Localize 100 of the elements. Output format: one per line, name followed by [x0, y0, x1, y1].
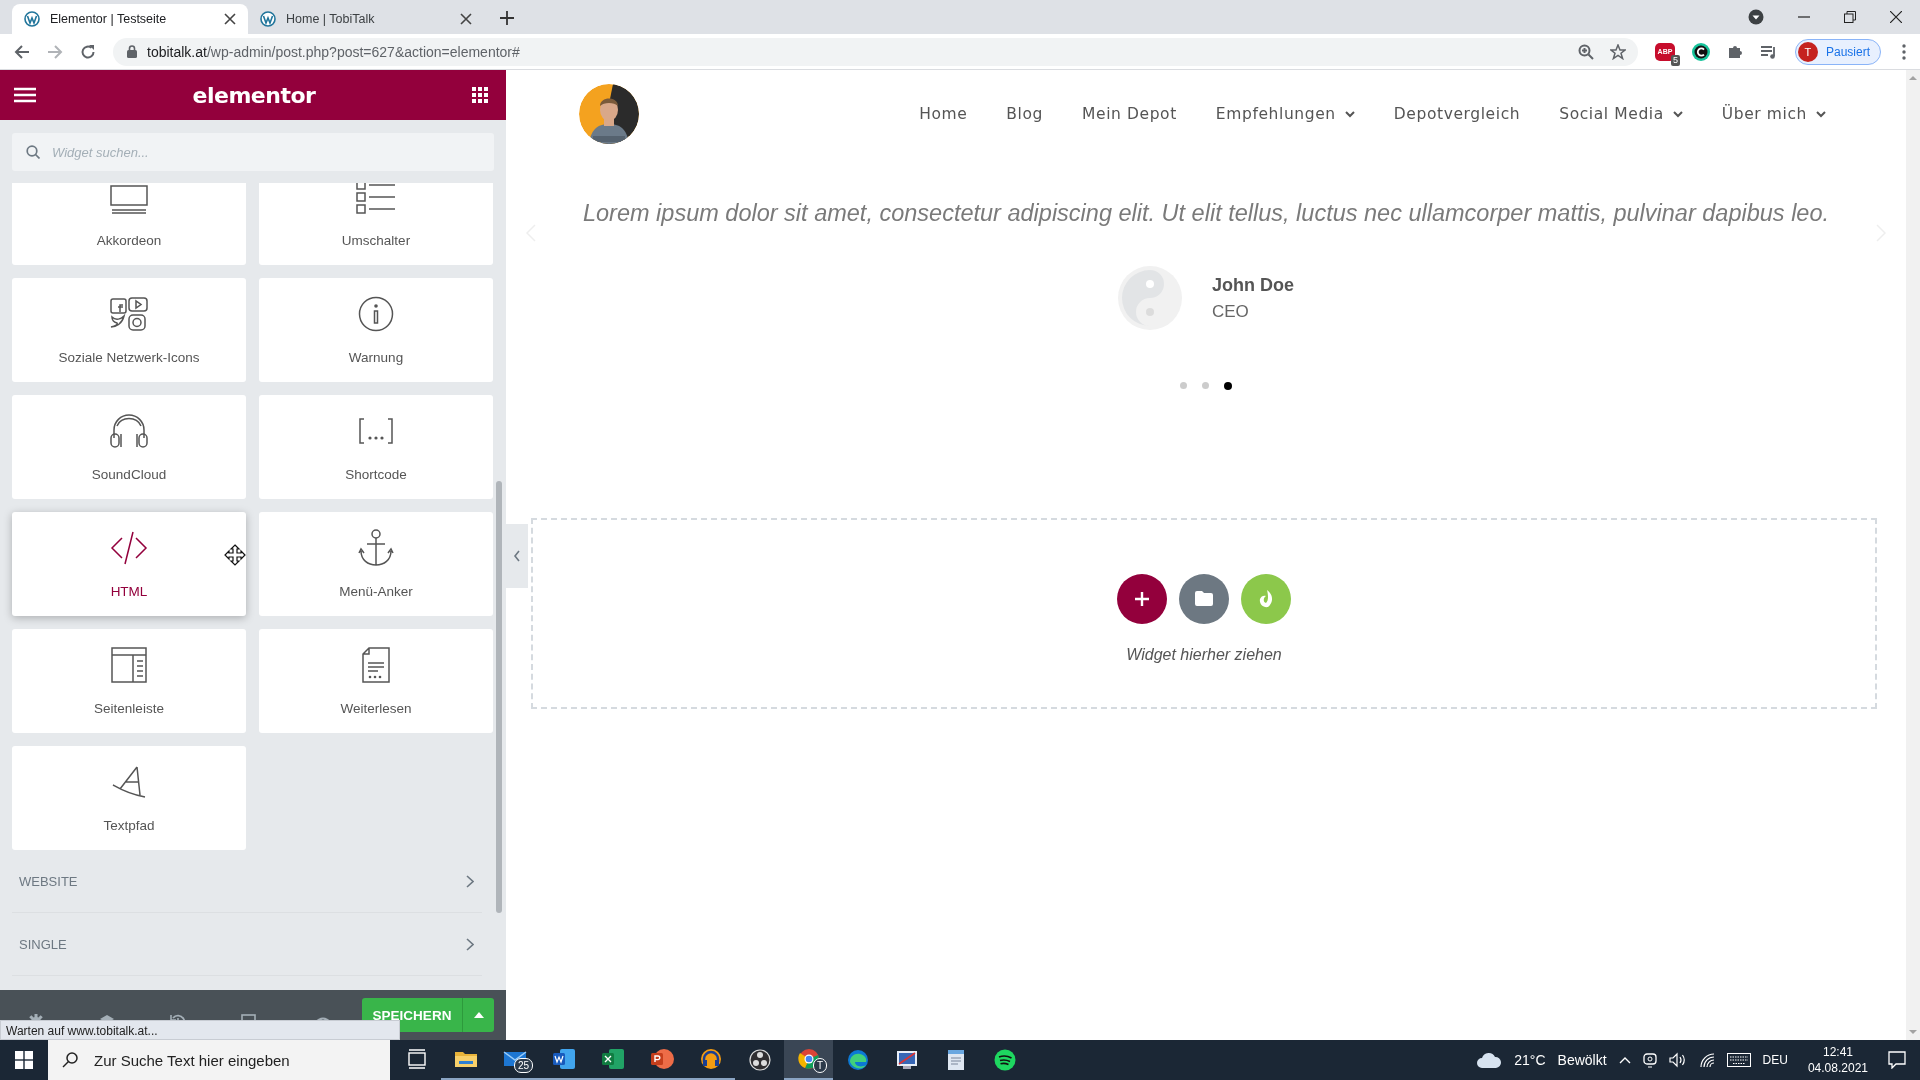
- taskbar-app[interactable]: T: [784, 1040, 833, 1080]
- search-input[interactable]: Zur Suche Text hier eingeben: [92, 1050, 376, 1070]
- nav-link[interactable]: Über mich: [1721, 105, 1826, 123]
- anchor-icon: [358, 529, 394, 567]
- nav-link[interactable]: Social Media: [1559, 105, 1683, 123]
- widget-card[interactable]: Warnung: [259, 278, 493, 382]
- collapse-handle[interactable]: [506, 524, 528, 588]
- sidebar-layout-icon: [111, 647, 147, 683]
- nav-link[interactable]: Blog: [1006, 105, 1043, 123]
- nav-link[interactable]: Mein Depot: [1082, 105, 1177, 123]
- media-control-icon[interactable]: [1759, 43, 1778, 60]
- scrollbar[interactable]: [496, 481, 502, 913]
- browser-tab[interactable]: Elementor | Testseite: [12, 4, 248, 34]
- recorder-app-icon: [747, 1048, 772, 1072]
- shortcode-icon: [358, 418, 394, 444]
- widget-card[interactable]: Umschalter: [259, 183, 493, 265]
- address-bar[interactable]: tobitalk.at/wp-admin/post.php?post=627&action=elementor#: [113, 37, 1638, 66]
- presentation-app-icon: [649, 1047, 674, 1071]
- grammar-extension-icon[interactable]: [1691, 42, 1710, 61]
- taskbar-app[interactable]: 25: [490, 1040, 539, 1080]
- social-icons-icon: [110, 297, 148, 331]
- grid-icon[interactable]: [472, 87, 488, 103]
- plus-icon[interactable]: [500, 11, 514, 25]
- text-path-icon: [112, 765, 146, 799]
- widget-card[interactable]: Soziale Netzwerk-Icons: [12, 278, 246, 382]
- carousel-dot[interactable]: [1180, 382, 1187, 389]
- browser-icon: [796, 1047, 821, 1071]
- widget-card[interactable]: Seitenleiste: [12, 629, 246, 733]
- star-icon[interactable]: [1609, 43, 1626, 60]
- nav-link[interactable]: Empfehlungen: [1215, 105, 1355, 123]
- wordpress-icon: [260, 11, 276, 27]
- temperature-text: 21°C: [1514, 1052, 1546, 1068]
- menu-icon[interactable]: [14, 87, 36, 103]
- widget-card[interactable]: Weiterlesen: [259, 629, 493, 733]
- wifi-icon[interactable]: [1698, 1052, 1715, 1068]
- volume-icon[interactable]: [1668, 1052, 1687, 1068]
- clock[interactable]: 12:41 04.08.2021: [1807, 1044, 1868, 1076]
- widget-card[interactable]: Akkordeon: [12, 183, 246, 265]
- headphones-app-icon: [698, 1047, 723, 1071]
- notifications-icon[interactable]: [1888, 1051, 1906, 1069]
- quote-text: Lorem ipsum dolor sit amet, consectetur adipiscing elit. Ut elit tellus, luctus nec ullamcorper mattis, pulvinar dapibus leo.: [582, 199, 1830, 228]
- accordion-icon: [110, 183, 148, 214]
- headphones-icon: [109, 412, 149, 450]
- widget-card[interactable]: HTML: [12, 512, 246, 616]
- chevron-down-icon: [1344, 110, 1355, 118]
- close-icon[interactable]: [224, 13, 236, 25]
- search-input[interactable]: Widget suchen...: [50, 143, 480, 161]
- drop-hint: Widget hierher ziehen: [1126, 645, 1282, 664]
- wordpress-icon: [24, 11, 40, 27]
- menu-icon[interactable]: [1902, 43, 1906, 60]
- tab-title: Home | TobiTalk: [286, 12, 376, 26]
- camera-icon[interactable]: [1642, 1052, 1657, 1068]
- person-name: John Doe: [1212, 274, 1294, 296]
- category-row[interactable]: SINGLE: [12, 913, 482, 976]
- loading-status-tooltip: Warten auf www.tobitalk.at...: [0, 1020, 400, 1040]
- nav-link[interactable]: Depotvergleich: [1393, 105, 1521, 123]
- widget-card[interactable]: SoundCloud: [12, 395, 246, 499]
- chevron-up-icon[interactable]: [1618, 1056, 1631, 1064]
- carousel-dot[interactable]: [1202, 382, 1209, 389]
- keyboard-icon[interactable]: [1726, 1053, 1751, 1067]
- folder-icon: [1195, 591, 1213, 606]
- leaf-icon: [1258, 589, 1274, 608]
- template-library-button[interactable]: [1179, 573, 1229, 624]
- profile-button[interactable]: T Pausiert: [1794, 38, 1881, 65]
- windows-start-icon[interactable]: [15, 1051, 33, 1069]
- close-icon[interactable]: [1890, 11, 1902, 23]
- person-title: CEO: [1212, 301, 1250, 322]
- tab-search-icon[interactable]: [1748, 9, 1764, 25]
- close-icon[interactable]: [460, 13, 472, 25]
- toggle-list-icon: [356, 183, 396, 214]
- nav-link[interactable]: Home: [919, 105, 968, 123]
- widget-card[interactable]: Textpfad: [12, 746, 246, 850]
- document-app-icon: [551, 1047, 576, 1071]
- info-icon: [358, 296, 394, 332]
- language-indicator[interactable]: DEU: [1762, 1053, 1788, 1067]
- widget-card[interactable]: Shortcode: [259, 395, 493, 499]
- taskbar-search-field[interactable]: Zur Suche Text hier eingeben: [48, 1040, 390, 1080]
- widget-card[interactable]: Menü-Anker: [259, 512, 493, 616]
- save-options-button[interactable]: [462, 998, 494, 1032]
- chevron-down-icon: [1672, 110, 1683, 118]
- add-section-button[interactable]: [1117, 573, 1167, 624]
- zoom-icon[interactable]: [1577, 43, 1594, 60]
- chevron-right-icon: [466, 874, 474, 888]
- restore-icon[interactable]: [1844, 11, 1856, 23]
- browser-tab[interactable]: Home | TobiTalk: [248, 4, 484, 34]
- search-field[interactable]: Widget suchen...: [12, 133, 494, 171]
- chevron-right-icon: [466, 937, 474, 951]
- search-icon: [62, 1052, 78, 1068]
- reload-icon[interactable]: [80, 43, 96, 60]
- cloud-icon: [1476, 1051, 1503, 1069]
- count-badge: 25: [513, 1058, 533, 1073]
- back-icon[interactable]: [14, 43, 30, 60]
- tab-title: Elementor | Testseite: [50, 12, 168, 26]
- scrollbar[interactable]: [1906, 70, 1920, 1040]
- puzzle-icon[interactable]: [1726, 43, 1743, 60]
- editor-logo: elementor: [192, 82, 316, 108]
- carousel-dot[interactable]: [1224, 382, 1232, 390]
- spreadsheet-app-icon: [600, 1047, 625, 1071]
- music-app-icon: [992, 1048, 1017, 1072]
- category-row[interactable]: WEBSITE: [12, 850, 482, 913]
